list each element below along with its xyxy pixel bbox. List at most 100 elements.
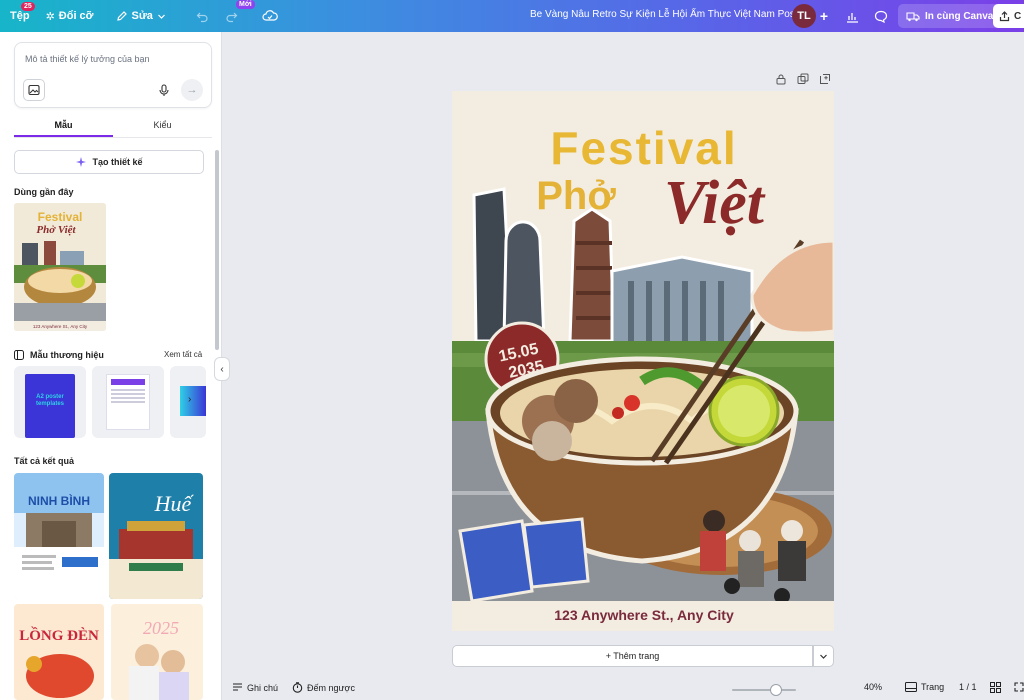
magic-prompt-box[interactable]: Mô tả thiết kế lý tưởng của bạn → <box>14 42 212 108</box>
tab-styles[interactable]: Kiểu <box>113 117 212 137</box>
add-page-button[interactable]: + Thêm trang <box>452 645 813 667</box>
poster-title-festival: Festival <box>550 122 737 174</box>
expand-icon <box>1014 682 1024 692</box>
new-badge: Mới <box>236 0 255 9</box>
analytics-button[interactable] <box>843 7 861 25</box>
hue-art: Huế <box>109 473 203 599</box>
edit-mode-label: Sửa <box>131 10 153 22</box>
result-thumbnail-ninh-binh[interactable]: NINH BÌNH <box>14 473 104 599</box>
chevron-down-icon <box>820 654 827 659</box>
design-page[interactable]: Festival Phở Việt 15.05 2035 123 Anywher… <box>452 91 834 631</box>
brand-section-title: Mẫu thương hiệu <box>30 350 104 360</box>
collapse-panel-button[interactable]: ‹ <box>214 357 230 381</box>
poster-artwork: Festival Phở Việt 15.05 2035 123 Anywher… <box>452 91 834 631</box>
brand-templates-row: A2 poster templates › <box>14 366 214 440</box>
create-design-button[interactable]: Tạo thiết kế <box>14 150 204 174</box>
result-thumbnail-lantern[interactable]: LỒNG ĐÈN <box>14 604 104 700</box>
tab-templates[interactable]: Mẫu <box>14 117 113 137</box>
add-page-dropdown[interactable] <box>813 645 834 667</box>
chevron-right-icon[interactable]: › <box>188 394 191 405</box>
lantern-title: LỒNG ĐÈN <box>19 626 99 644</box>
upload-image-button[interactable] <box>23 79 45 101</box>
resize-button[interactable]: ✲ Đổi cỡ <box>38 0 102 32</box>
cloud-check-icon <box>262 10 278 21</box>
notes-icon <box>233 683 242 691</box>
create-design-label: Tạo thiết kế <box>92 157 143 167</box>
panel-scrollbar[interactable] <box>215 150 219 350</box>
brand-section-header: Mẫu thương hiệu <box>14 350 104 360</box>
result-thumbnail-year[interactable]: 2025 <box>111 604 203 700</box>
fullscreen-button[interactable] <box>1014 682 1024 692</box>
avatar[interactable]: TL <box>792 4 816 28</box>
notes-button[interactable]: Ghi chú <box>232 682 278 693</box>
zoom-percent[interactable]: 40% <box>864 682 882 692</box>
chevron-left-icon: ‹ <box>220 363 224 375</box>
recent-section-title: Dùng gần đây <box>14 187 74 197</box>
document-thumbnail <box>106 374 150 430</box>
bar-chart-icon <box>846 12 858 23</box>
notification-badge: 25 <box>21 2 35 11</box>
page-counter[interactable]: 1 / 1 <box>959 682 977 692</box>
zoom-slider[interactable] <box>732 689 796 691</box>
brand-template-card[interactable]: A2 poster templates <box>14 366 86 438</box>
ninh-binh-title: NINH BÌNH <box>28 493 90 508</box>
comment-icon <box>874 10 888 23</box>
microphone-icon <box>159 83 169 96</box>
print-label: In cùng Canva <box>925 10 994 22</box>
poster-title-viet: Việt <box>664 169 766 237</box>
file-menu-label: Tệp <box>10 10 30 22</box>
year-art: 2025 <box>111 604 203 700</box>
edit-mode-button[interactable]: Sửa <box>108 0 174 32</box>
all-results-title: Tất cả kết quả <box>14 456 75 466</box>
timer-label: Đếm ngược <box>307 682 355 693</box>
a2-poster-thumbnail: A2 poster templates <box>25 374 75 438</box>
share-icon <box>999 10 1010 21</box>
add-collaborator-button[interactable]: + <box>815 7 833 25</box>
panel-tabs: Mẫu Kiểu <box>14 117 212 137</box>
arrow-right-icon: → <box>186 84 198 96</box>
see-all-link[interactable]: Xem tất cả <box>164 350 202 359</box>
share-button[interactable]: C <box>993 4 1024 28</box>
lock-icon[interactable] <box>775 73 787 85</box>
microphone-button[interactable] <box>153 79 175 101</box>
hue-title: Huế <box>154 491 195 516</box>
prompt-placeholder: Mô tả thiết kế lý tưởng của bạn <box>25 54 150 64</box>
brand-kit-icon <box>14 350 24 360</box>
result-thumbnail-hue[interactable]: Huế <box>109 473 203 599</box>
resize-label: Đổi cỡ <box>58 10 94 22</box>
timer-button[interactable]: Đếm ngược <box>292 682 355 693</box>
add-page-icon[interactable] <box>819 73 831 85</box>
timer-icon <box>292 682 303 693</box>
design-title[interactable]: Be Vàng Nâu Retro Sự Kiện Lễ Hội Ẩm Thực… <box>530 9 806 20</box>
duplicate-icon[interactable] <box>797 73 809 85</box>
zoom-slider-handle[interactable] <box>770 684 782 696</box>
recent-design-thumbnail[interactable]: Festival Phở Việt 123 Anywhere St., Any … <box>14 203 106 331</box>
a2-poster-text: A2 poster templates <box>35 394 64 407</box>
tab-divider <box>14 137 212 138</box>
send-prompt-button[interactable]: → <box>181 79 203 101</box>
templates-panel: Mô tả thiết kế lý tưởng của bạn → Mẫu Ki… <box>0 32 222 700</box>
year-title: 2025 <box>143 618 179 638</box>
pencil-icon <box>116 11 127 21</box>
undo-button[interactable] <box>188 0 217 32</box>
poster-address: 123 Anywhere St., Any City <box>554 607 734 623</box>
bottom-bar: Ghi chú Đếm ngược 40% Trang 1 / 1 <box>222 678 1024 700</box>
poster-title-pho: Phở <box>536 174 616 218</box>
undo-icon <box>196 12 208 22</box>
pages-button[interactable]: Trang <box>905 682 944 692</box>
recent-title-1: Festival <box>38 210 83 224</box>
page-toolbar <box>775 73 831 85</box>
brand-template-card[interactable]: › <box>170 366 206 438</box>
cloud-save-button[interactable] <box>254 0 286 32</box>
pages-label: Trang <box>921 682 945 692</box>
grid-view-button[interactable] <box>990 682 1001 693</box>
print-with-canva-button[interactable]: In cùng Canva <box>898 4 1002 28</box>
ninh-binh-art: NINH BÌNH <box>14 473 104 599</box>
resize-icon: ✲ <box>45 10 55 23</box>
comment-button[interactable] <box>872 7 890 25</box>
notes-label: Ghi chú <box>247 682 279 693</box>
gradient-thumbnail <box>180 386 206 416</box>
sparkle-icon <box>76 157 87 167</box>
brand-template-card[interactable] <box>92 366 164 438</box>
truck-icon <box>906 11 920 21</box>
